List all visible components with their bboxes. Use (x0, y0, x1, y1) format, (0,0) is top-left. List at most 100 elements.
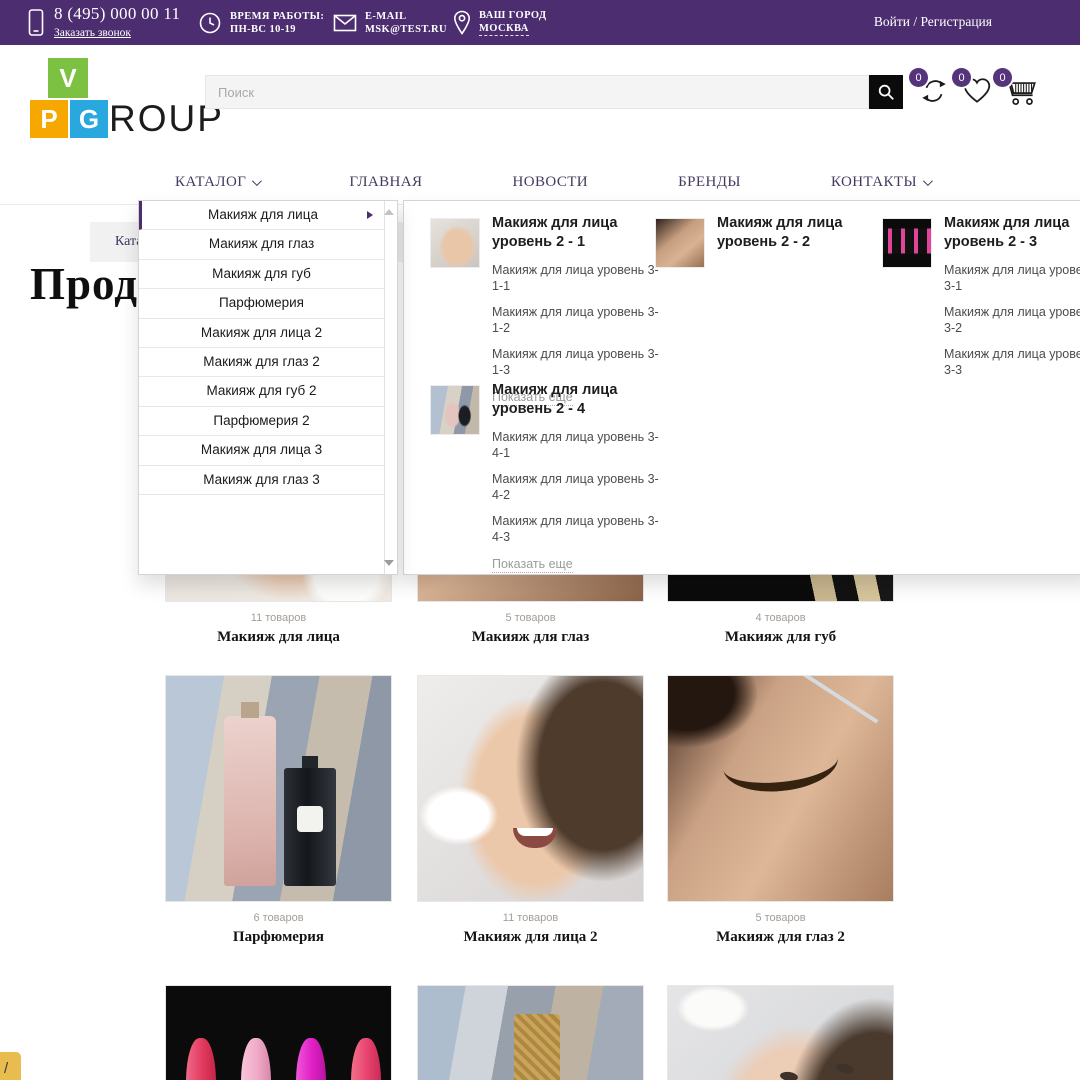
catalog-flyout: Макияж для лица уровень 2 - 1 Макияж для… (403, 200, 1080, 575)
dropdown-item-perfume-2[interactable]: Парфюмерия 2 (139, 406, 384, 437)
logo-square-blue: G (70, 100, 108, 138)
category-name[interactable]: Макияж для лица (165, 629, 392, 646)
dropdown-item-makeup-lips[interactable]: Макияж для губ (139, 259, 384, 290)
flyout-subcategory-link[interactable]: Макияж для лица уровень 3-1-1 (492, 262, 662, 294)
flyout-category-title[interactable]: Макияж для лица уровень 2 - 3 (944, 214, 1080, 252)
wishlist-button[interactable]: 0 (952, 68, 997, 111)
flyout-subcategory-link[interactable]: Макияж для лица уровень 3-4-2 (492, 471, 662, 503)
category-card[interactable]: 6 товаров Парфюмерия (165, 675, 392, 946)
clock-icon (199, 12, 221, 33)
scroll-up-icon[interactable] (384, 209, 394, 215)
flyout-subcategory-link[interactable]: Макияж для лица уровень 3-3-1 (944, 262, 1080, 294)
dropdown-item-makeup-eyes-2[interactable]: Макияж для глаз 2 (139, 347, 384, 378)
compare-button[interactable]: 0 (909, 68, 954, 111)
dropdown-item-makeup-face-2[interactable]: Макияж для лица 2 (139, 318, 384, 348)
cart-button[interactable]: 0 (993, 68, 1038, 111)
dropdown-item-perfume[interactable]: Парфюмерия (139, 289, 384, 319)
product-count: 5 товаров (755, 912, 806, 924)
catalog-dropdown: Макияж для лица Макияж для глаз Макияж д… (138, 200, 398, 575)
category-image-pink-perfume[interactable] (417, 985, 644, 1080)
smartphone-icon (28, 8, 44, 36)
show-more-link[interactable]: Показать еще (492, 557, 573, 573)
category-name[interactable]: Макияж для глаз (417, 629, 644, 646)
flyout-subcategory-link[interactable]: Макияж для лица уровень 3-1-3 (492, 346, 662, 378)
search-input[interactable] (205, 75, 869, 109)
black-bottle-shape (284, 756, 336, 886)
category-card[interactable]: 5 товаров Макияж для глаз 2 (667, 675, 894, 946)
scroll-down-icon[interactable] (384, 560, 394, 566)
flyout-subcategory-link[interactable]: Макияж для лица уровень 3-4-1 (492, 429, 662, 461)
flyout-subcategory-link[interactable]: Макияж для лица уровень 3-3-3 (944, 346, 1080, 378)
category-card[interactable] (667, 985, 894, 1080)
pink-bottle-shape (224, 702, 276, 886)
email-value[interactable]: MSK@TEST.RU (365, 23, 447, 36)
nav-item-brands[interactable]: БРЕНДЫ (678, 174, 741, 191)
search-button[interactable] (869, 75, 903, 109)
dropdown-item-makeup-eyes-3[interactable]: Макияж для глаз 3 (139, 465, 384, 495)
submenu-arrow-icon (367, 211, 373, 220)
working-hours-block: ВРЕМЯ РАБОТЫ: ПН-ВС 10-19 (198, 0, 324, 45)
eye-shape (779, 1070, 799, 1080)
dropdown-item-makeup-face[interactable]: Макияж для лица (139, 201, 384, 231)
flyout-block: Макияж для лица уровень 2 - 4 Макияж для… (430, 381, 662, 573)
flyout-subcategory-link[interactable]: Макияж для лица уровень 3-3-2 (944, 304, 1080, 336)
nav-item-catalog[interactable]: КАТАЛОГ (175, 174, 263, 191)
lipstick-shape (296, 1038, 326, 1080)
flyout-subcategory-link[interactable]: Макияж для лица уровень 3-4-3 (492, 513, 662, 545)
category-card[interactable] (165, 985, 392, 1080)
category-name[interactable]: Парфюмерия (165, 929, 392, 946)
flyout-category-title[interactable]: Макияж для лица уровень 2 - 4 (492, 381, 662, 419)
city-value[interactable]: МОСКВА (479, 22, 529, 36)
category-image-perfume-bottles[interactable] (165, 675, 392, 902)
envelope-icon (333, 14, 357, 31)
hours-label: ВРЕМЯ РАБОТЫ: (230, 10, 325, 22)
flyout-thumb-eye-makeup[interactable] (655, 218, 705, 268)
category-name[interactable]: Макияж для глаз 2 (667, 929, 894, 946)
flyout-subcategory-link[interactable]: Макияж для лица уровень 3-1-2 (492, 304, 662, 336)
chevron-down-icon (252, 175, 263, 186)
catalog-dropdown-list: Макияж для лица Макияж для глаз Макияж д… (139, 201, 385, 574)
eyebrow-shape (720, 730, 841, 797)
hours-value: ПН-ВС 10-19 (230, 23, 296, 35)
search-icon (878, 84, 894, 100)
category-image-four-lipsticks[interactable] (165, 985, 392, 1080)
flyout-thumb-perfume[interactable] (430, 385, 480, 435)
lipstick-shape (351, 1038, 381, 1080)
nav-item-news[interactable]: НОВОСТИ (513, 174, 589, 191)
search-bar (205, 75, 903, 109)
brush-shape (796, 676, 879, 724)
nav-item-contacts[interactable]: КОНТАКТЫ (831, 174, 933, 191)
lipstick-shape (241, 1038, 271, 1080)
nav-item-home[interactable]: ГЛАВНАЯ (349, 174, 422, 191)
smile-shape (513, 828, 557, 848)
product-count: 11 товаров (502, 912, 559, 924)
city-label: ВАШ ГОРОД (479, 10, 547, 21)
flyout-thumb-woman-flower[interactable] (430, 218, 480, 268)
category-image-woman-closeup[interactable] (667, 985, 894, 1080)
callback-link[interactable]: Заказать звонок (54, 27, 131, 39)
edit-tab-button[interactable]: / (0, 1052, 21, 1080)
dropdown-item-makeup-face-3[interactable]: Макияж для лица 3 (139, 436, 384, 466)
eye-shape (835, 1061, 855, 1076)
city-block: ВАШ ГОРОД МОСКВА (453, 0, 547, 45)
lipstick-shape (186, 1038, 216, 1080)
compare-count-badge: 0 (909, 68, 928, 87)
category-name[interactable]: Макияж для губ (667, 629, 894, 646)
dropdown-item-makeup-eyes[interactable]: Макияж для глаз (139, 230, 384, 260)
category-image-smiling-woman[interactable] (417, 675, 644, 902)
gold-cap-shape (514, 1014, 560, 1080)
product-count: 11 товаров (250, 612, 307, 624)
category-image-eye-brush[interactable] (667, 675, 894, 902)
dropdown-item-makeup-lips-2[interactable]: Макияж для губ 2 (139, 377, 384, 407)
flyout-thumb-lipsticks[interactable] (882, 218, 932, 268)
flyout-category-title[interactable]: Макияж для лица уровень 2 - 1 (492, 214, 662, 252)
login-link[interactable]: Войти / Регистрация (874, 14, 992, 30)
category-name[interactable]: Макияж для лица 2 (417, 929, 644, 946)
flyout-block: Макияж для лица уровень 2 - 2 (655, 214, 887, 268)
category-card[interactable]: 11 товаров Макияж для лица 2 (417, 675, 644, 946)
topbar: 8 (495) 000 00 11 Заказать звонок ВРЕМЯ … (0, 0, 1080, 45)
product-count: 5 товаров (505, 612, 556, 624)
category-card[interactable] (417, 985, 644, 1080)
flyout-category-title[interactable]: Макияж для лица уровень 2 - 2 (717, 214, 887, 252)
map-pin-icon (453, 10, 471, 35)
